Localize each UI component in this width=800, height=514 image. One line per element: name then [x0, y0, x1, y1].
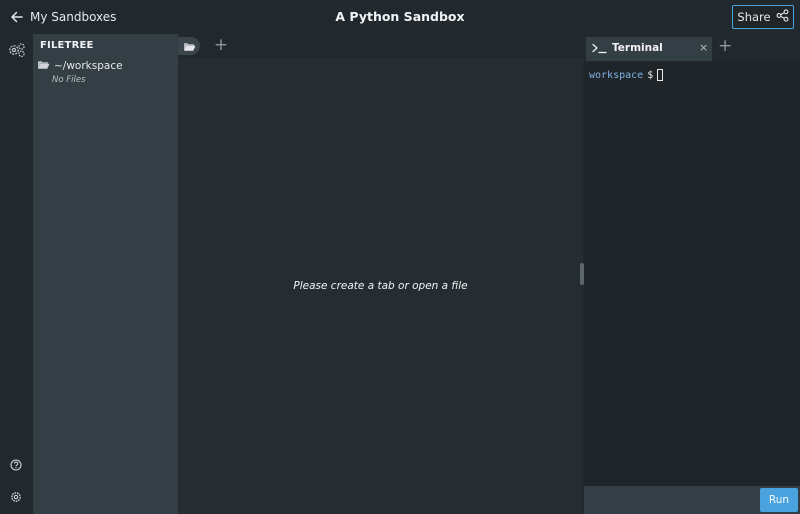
filetree-panel: FILETREE ~/workspace No Files	[33, 34, 178, 514]
close-icon[interactable]: ×	[699, 41, 708, 54]
terminal-panel: Terminal × + workspace $ Run	[584, 34, 800, 514]
gears-icon[interactable]	[8, 42, 26, 58]
workspace-folder[interactable]: ~/workspace	[37, 59, 123, 73]
run-bar: Run	[584, 486, 800, 514]
file-browser-tab[interactable]	[178, 37, 200, 55]
terminal-prompt-line: workspace $	[589, 69, 664, 81]
folder-label: ~/workspace	[54, 60, 123, 72]
gear-icon[interactable]	[10, 491, 22, 503]
add-tab-button[interactable]: +	[212, 35, 230, 55]
top-bar: My Sandboxes A Python Sandbox Share	[0, 0, 800, 34]
empty-editor-message: Please create a tab or open a file	[293, 280, 468, 292]
arrow-left-icon	[10, 10, 24, 24]
terminal-prompt-dir: workspace	[589, 69, 644, 81]
folder-open-icon	[37, 59, 50, 73]
run-button[interactable]: Run	[760, 488, 798, 512]
terminal-prompt-icon	[592, 43, 607, 54]
editor-tab-bar: +	[178, 34, 583, 58]
page-title: A Python Sandbox	[335, 9, 465, 24]
editor-area: + Please create a tab or open a file	[178, 34, 583, 514]
add-terminal-button[interactable]: +	[718, 36, 732, 56]
terminal-tab-bar: Terminal × +	[584, 34, 800, 62]
no-files-text: No Files	[52, 75, 86, 85]
terminal-tab-label: Terminal	[612, 42, 663, 54]
back-to-sandboxes-link[interactable]: My Sandboxes	[10, 7, 116, 27]
filetree-heading: FILETREE	[40, 40, 94, 51]
share-icon	[776, 9, 789, 25]
back-link-label: My Sandboxes	[30, 10, 117, 24]
tab-terminal[interactable]: Terminal ×	[586, 37, 712, 61]
left-rail	[0, 34, 33, 514]
share-button[interactable]: Share	[732, 5, 794, 29]
folder-open-icon	[183, 37, 196, 56]
terminal-output[interactable]: workspace $	[584, 62, 800, 486]
share-button-label: Share	[737, 10, 771, 24]
terminal-cursor	[657, 69, 664, 81]
help-circle-icon[interactable]	[10, 459, 22, 471]
terminal-prompt-symbol: $	[647, 69, 654, 81]
